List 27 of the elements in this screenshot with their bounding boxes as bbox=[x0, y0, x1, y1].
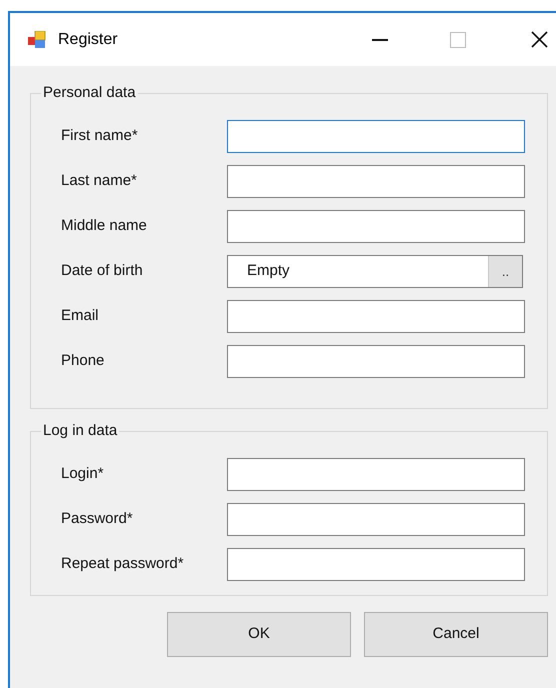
group-title: Log in data bbox=[42, 422, 118, 440]
input-field[interactable] bbox=[227, 345, 525, 378]
minimize-icon[interactable] bbox=[372, 38, 388, 40]
field-label: Password* bbox=[61, 509, 134, 530]
dialog-button[interactable]: OK bbox=[167, 612, 351, 657]
close-icon[interactable] bbox=[531, 31, 548, 48]
input-field[interactable] bbox=[227, 548, 525, 581]
field-label: Middle name bbox=[61, 216, 148, 236]
field-label: Last name* bbox=[61, 171, 138, 192]
window-title: Register bbox=[58, 30, 118, 50]
input-field[interactable] bbox=[227, 165, 525, 198]
input-field[interactable] bbox=[227, 120, 525, 153]
input-field[interactable] bbox=[227, 503, 525, 536]
input-field[interactable] bbox=[227, 300, 525, 333]
field-label: First name* bbox=[61, 126, 139, 146]
date-field[interactable]: Empty .. bbox=[227, 255, 523, 288]
field-label: Phone bbox=[61, 351, 106, 372]
input-field[interactable] bbox=[227, 458, 525, 491]
field-label: Login* bbox=[61, 464, 105, 484]
field-label: Date of birth bbox=[61, 261, 144, 282]
group-title: Personal data bbox=[42, 84, 137, 102]
dialog-button[interactable]: Cancel bbox=[364, 612, 548, 657]
input-field[interactable] bbox=[227, 210, 525, 243]
field-label: Repeat password* bbox=[61, 554, 185, 574]
field-label: Email bbox=[61, 306, 100, 326]
browse-button[interactable]: .. bbox=[488, 256, 522, 287]
app-icon bbox=[28, 30, 48, 48]
